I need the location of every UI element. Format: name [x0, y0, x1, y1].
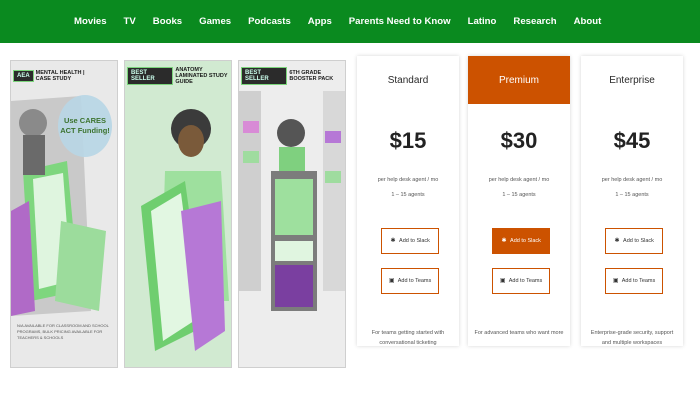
pricing-plan-standard: Standard $15 per help desk agent / mo 1 … [357, 56, 459, 346]
top-nav-bar: Movies TV Books Games Podcasts Apps Pare… [0, 0, 700, 43]
plan-agents: 1 – 15 agents [502, 192, 536, 198]
button-label: Add to Slack [399, 238, 430, 244]
teams-icon: ▣ [612, 278, 619, 284]
plan-name: Premium [468, 56, 570, 104]
add-to-slack-button[interactable]: ✱ Add to Slack [605, 228, 663, 254]
product-badge: BEST SELLER ANATOMY LAMINATED STUDY GUID… [127, 64, 231, 88]
nav-apps[interactable]: Apps [308, 16, 332, 27]
product-fine-print: N/A AVAILABLE FOR CLASSROOM AND SCHOOL P… [17, 323, 109, 340]
add-to-teams-button[interactable]: ▣ Add to Teams [381, 268, 439, 294]
plan-unit: per help desk agent / mo [601, 177, 663, 183]
button-label: Add to Slack [510, 238, 541, 244]
plan-price: $15 [389, 128, 427, 153]
cares-act-bubble: Use CARES ACT Funding! [58, 95, 112, 157]
plan-unit: per help desk agent / mo [377, 177, 439, 183]
teams-icon: ▣ [499, 278, 506, 284]
plan-unit: per help desk agent / mo [488, 177, 550, 183]
add-to-slack-button[interactable]: ✱ Add to Slack [381, 228, 439, 254]
product-badge: AEA MENTAL HEALTH | CASE STUDY [13, 64, 96, 88]
product-title: MENTAL HEALTH | CASE STUDY [35, 70, 85, 82]
nav-parents-need-to-know[interactable]: Parents Need to Know [349, 16, 451, 27]
product-card-booster-pack[interactable]: BEST SELLER 6TH GRADE BOOSTER PACK [238, 60, 346, 368]
plan-description: Enterprise-grade security, support and m… [590, 330, 674, 346]
product-title: 6TH GRADE BOOSTER PACK [289, 70, 334, 82]
add-to-teams-button[interactable]: ▣ Add to Teams [492, 268, 550, 294]
bubble-text: Use CARES ACT Funding! [60, 116, 110, 135]
product-card-mental-health[interactable]: AEA MENTAL HEALTH | CASE STUDY Use CARES… [10, 60, 118, 368]
plan-agents: 1 – 15 agents [615, 192, 649, 198]
plan-price: $30 [500, 128, 538, 153]
slack-icon: ✱ [390, 238, 396, 244]
button-label: Add to Teams [508, 278, 543, 284]
plan-name: Enterprise [609, 74, 655, 86]
add-to-teams-button[interactable]: ▣ Add to Teams [605, 268, 663, 294]
product-tag: AEA [13, 70, 34, 82]
button-label: Add to Teams [397, 278, 432, 284]
plan-agents: 1 – 15 agents [391, 192, 425, 198]
product-card-anatomy[interactable]: BEST SELLER ANATOMY LAMINATED STUDY GUID… [124, 60, 232, 368]
nav-movies[interactable]: Movies [74, 16, 107, 27]
button-label: Add to Slack [623, 238, 654, 244]
plan-price: $45 [613, 128, 651, 153]
slack-icon: ✱ [501, 238, 507, 244]
product-image-anatomy [125, 61, 231, 367]
slack-icon: ✱ [614, 238, 620, 244]
plan-name: Standard [387, 74, 429, 86]
plan-description: For advanced teams who want more [474, 330, 564, 336]
teams-icon: ▣ [388, 278, 395, 284]
nav-latino[interactable]: Latino [468, 16, 497, 27]
nav-games[interactable]: Games [199, 16, 231, 27]
nav-tv[interactable]: TV [124, 16, 136, 27]
product-title: ANATOMY LAMINATED STUDY GUIDE [175, 67, 228, 85]
plan-description: For teams getting started with conversat… [371, 330, 445, 346]
pricing-plan-premium: Premium $30 per help desk agent / mo 1 –… [468, 56, 570, 346]
product-image-booster-pack [239, 61, 345, 367]
pricing-plan-enterprise: Enterprise $45 per help desk agent / mo … [581, 56, 683, 346]
nav-books[interactable]: Books [153, 16, 182, 27]
product-tag: BEST SELLER [241, 67, 288, 85]
add-to-slack-button[interactable]: ✱ Add to Slack [492, 228, 550, 254]
product-tag: BEST SELLER [127, 67, 174, 85]
nav-podcasts[interactable]: Podcasts [248, 16, 291, 27]
product-badge: BEST SELLER 6TH GRADE BOOSTER PACK [241, 64, 345, 88]
nav-about[interactable]: About [574, 16, 602, 27]
button-label: Add to Teams [621, 278, 656, 284]
nav-research[interactable]: Research [513, 16, 556, 27]
